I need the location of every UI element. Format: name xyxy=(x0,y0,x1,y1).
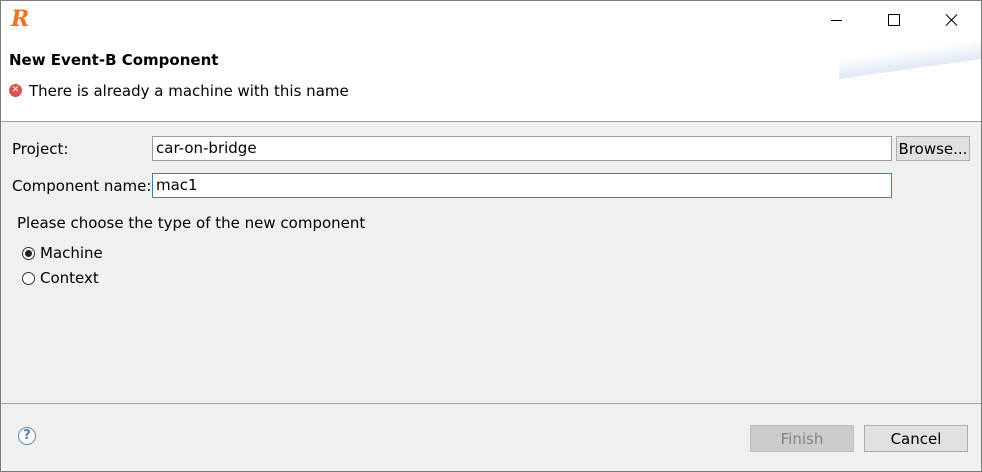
radio-context-indicator[interactable] xyxy=(22,271,35,285)
error-message: There is already a machine with this nam… xyxy=(29,82,349,100)
error-icon: ✕ xyxy=(9,84,22,97)
cancel-button[interactable]: Cancel xyxy=(864,425,968,452)
project-field[interactable] xyxy=(152,136,892,161)
radio-machine[interactable]: Machine xyxy=(22,244,103,262)
project-label: Project: xyxy=(12,140,69,158)
footer-divider xyxy=(1,403,981,404)
maximize-button[interactable] xyxy=(865,1,923,39)
page-title: New Event-B Component xyxy=(9,51,219,69)
app-logo-icon: R xyxy=(11,6,30,32)
browse-button[interactable]: Browse... xyxy=(896,136,970,161)
dialog-header: New Event-B Component ✕ There is already… xyxy=(1,39,981,122)
header-banner-graphic xyxy=(839,39,981,79)
finish-button[interactable]: Finish xyxy=(750,425,854,452)
component-type-prompt: Please choose the type of the new compon… xyxy=(17,214,366,232)
radio-context-label: Context xyxy=(40,269,99,287)
radio-machine-indicator[interactable] xyxy=(22,246,35,260)
help-icon[interactable]: ? xyxy=(18,427,36,445)
close-button[interactable] xyxy=(923,1,981,39)
close-icon xyxy=(945,13,959,27)
radio-context[interactable]: Context xyxy=(22,269,99,287)
minimize-button[interactable] xyxy=(807,1,865,39)
component-name-label: Component name: xyxy=(12,177,152,195)
component-name-field[interactable] xyxy=(152,173,892,198)
dialog-window: R New Event-B Component ✕ There is alrea… xyxy=(0,0,982,472)
maximize-icon xyxy=(888,14,900,26)
radio-machine-label: Machine xyxy=(40,244,103,262)
minimize-icon xyxy=(830,19,842,21)
title-bar[interactable]: R xyxy=(1,1,981,39)
